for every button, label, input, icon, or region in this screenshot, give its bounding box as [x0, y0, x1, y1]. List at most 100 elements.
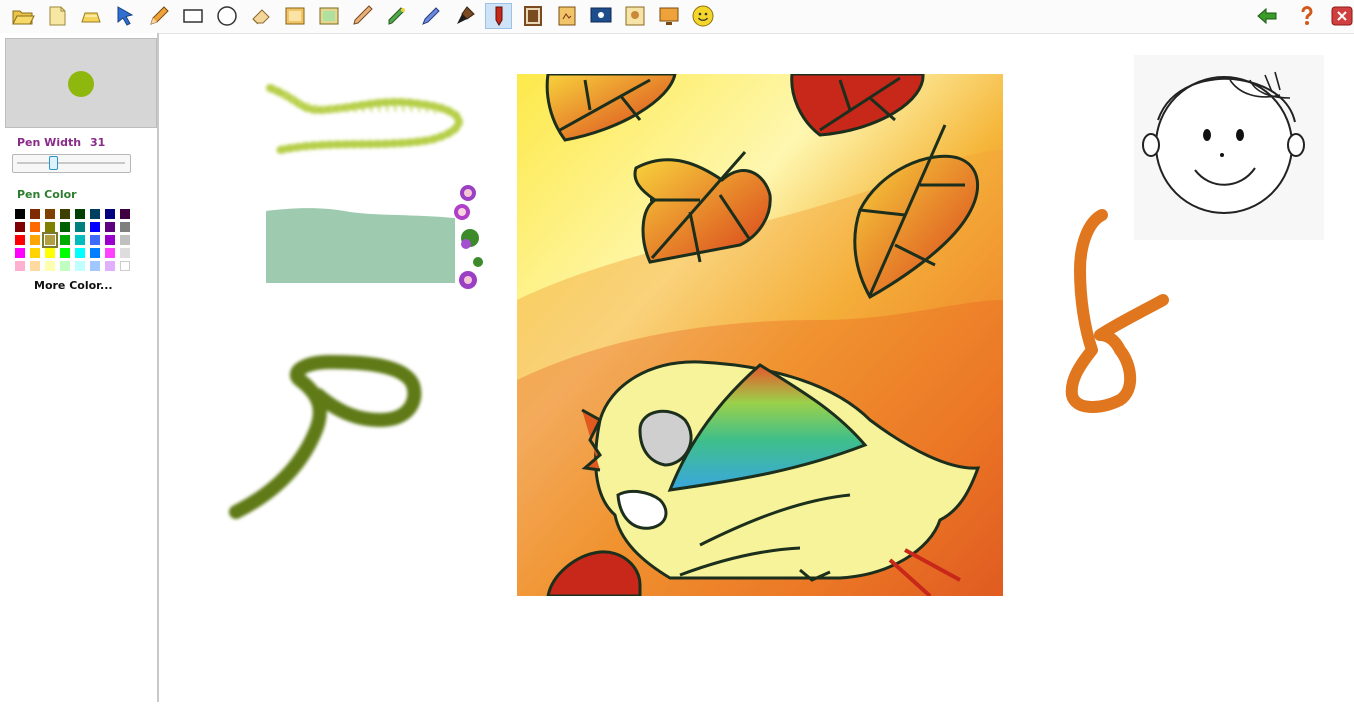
- color-swatch[interactable]: [120, 235, 130, 245]
- color-swatch[interactable]: [60, 222, 70, 232]
- color-swatch[interactable]: [60, 261, 70, 271]
- eraser-tool-button[interactable]: [247, 3, 274, 29]
- flower-stamps: [454, 185, 483, 289]
- color-swatch[interactable]: [90, 209, 100, 219]
- mint-rectangle: [266, 208, 455, 283]
- screen-tool-button[interactable]: [587, 3, 614, 29]
- smiley-tool-button[interactable]: [689, 3, 716, 29]
- help-button[interactable]: [1293, 3, 1320, 29]
- color-swatch[interactable]: [120, 222, 130, 232]
- clear-icon: [80, 12, 101, 23]
- color-swatch[interactable]: [30, 209, 40, 219]
- color-swatch[interactable]: [15, 235, 25, 245]
- color-swatch[interactable]: [90, 235, 100, 245]
- color-swatch[interactable]: [60, 235, 70, 245]
- new-page-tool-button[interactable]: [43, 3, 70, 29]
- color-swatch[interactable]: [90, 222, 100, 232]
- color-swatch[interactable]: [30, 261, 40, 271]
- select-arrow-tool-button[interactable]: [111, 3, 138, 29]
- color-swatch[interactable]: [42, 232, 58, 248]
- color-swatch[interactable]: [15, 209, 25, 219]
- pen-width-slider[interactable]: [12, 154, 131, 173]
- color-swatch[interactable]: [45, 248, 55, 258]
- sticker-icon: [558, 6, 575, 26]
- color-swatch[interactable]: [30, 222, 40, 232]
- toolbar: [0, 0, 1354, 34]
- color-swatch[interactable]: [105, 235, 115, 245]
- crayon-tool-button[interactable]: [349, 3, 376, 29]
- left-panel: Pen Width 31 Pen Color More Color...: [0, 33, 159, 702]
- close-icon: [1331, 6, 1352, 26]
- color-swatch[interactable]: [75, 235, 85, 245]
- color-swatch[interactable]: [15, 248, 25, 258]
- stamp-pen-icon: [495, 6, 502, 26]
- sticker-tool-button[interactable]: [553, 3, 580, 29]
- color-swatch[interactable]: [90, 248, 100, 258]
- photo-icon: [625, 6, 644, 26]
- eraser-icon: [251, 9, 270, 25]
- color-swatch[interactable]: [105, 261, 115, 271]
- color-swatch[interactable]: [105, 209, 115, 219]
- color-swatch[interactable]: [60, 209, 70, 219]
- pen-preview-dot: [68, 71, 94, 97]
- color-swatch[interactable]: [60, 248, 70, 258]
- color-swatch[interactable]: [75, 209, 85, 219]
- ellipse-tool-button[interactable]: [213, 3, 240, 29]
- color-swatch[interactable]: [15, 222, 25, 232]
- color-swatch[interactable]: [90, 261, 100, 271]
- picture-icon: [319, 7, 338, 25]
- new-page-icon: [49, 6, 65, 26]
- marker-icon: [388, 7, 405, 25]
- color-swatch[interactable]: [120, 209, 130, 219]
- picture-tool-button[interactable]: [315, 3, 342, 29]
- background-image-icon: [285, 7, 304, 25]
- smiley-icon: [692, 5, 713, 27]
- background-image-tool-button[interactable]: [281, 3, 308, 29]
- color-swatch[interactable]: [75, 222, 85, 232]
- marker-tool-button[interactable]: [383, 3, 410, 29]
- photo-tool-button[interactable]: [621, 3, 648, 29]
- pen-width-value: 31: [90, 136, 106, 149]
- open-folder-icon: [11, 10, 35, 25]
- slider-thumb[interactable]: [48, 156, 58, 170]
- color-swatch[interactable]: [75, 261, 85, 271]
- pen-tool-button[interactable]: [417, 3, 444, 29]
- paint-brush-icon: [456, 6, 475, 24]
- clear-tool-button[interactable]: [77, 3, 104, 29]
- cartoon-face: [1134, 55, 1324, 240]
- color-swatch[interactable]: [45, 222, 55, 232]
- pen-color-label: Pen Color: [17, 188, 77, 201]
- pen-preview: [5, 38, 157, 128]
- rectangle-tool-button[interactable]: [179, 3, 206, 29]
- open-folder-tool-button[interactable]: [9, 3, 36, 29]
- pencil-icon: [149, 6, 169, 25]
- color-swatch[interactable]: [75, 248, 85, 258]
- undo-arrow-button[interactable]: [1253, 3, 1280, 29]
- background-artwork: [517, 74, 1003, 596]
- color-swatch[interactable]: [45, 261, 55, 271]
- pencil-tool-button[interactable]: [145, 3, 172, 29]
- color-palette: [15, 209, 130, 271]
- pen-icon: [421, 7, 440, 25]
- color-swatch[interactable]: [30, 235, 40, 245]
- color-swatch[interactable]: [105, 248, 115, 258]
- color-swatch[interactable]: [105, 222, 115, 232]
- color-swatch[interactable]: [15, 261, 25, 271]
- olive-stroke: [229, 355, 422, 519]
- drawing-canvas[interactable]: [161, 34, 1354, 702]
- paint-brush-tool-button[interactable]: [451, 3, 478, 29]
- orange-stroke: [1065, 209, 1169, 413]
- more-color-button[interactable]: More Color...: [34, 279, 113, 292]
- pen-width-label: Pen Width: [17, 136, 82, 149]
- stamp-pen-tool-button[interactable]: [485, 3, 512, 29]
- select-arrow-icon: [117, 6, 133, 26]
- rectangle-icon: [182, 9, 203, 23]
- monitor-tool-button[interactable]: [655, 3, 682, 29]
- color-swatch[interactable]: [45, 209, 55, 219]
- close-button[interactable]: [1328, 3, 1354, 29]
- color-swatch[interactable]: [120, 248, 130, 258]
- color-swatch[interactable]: [30, 248, 40, 258]
- ellipse-icon: [216, 6, 237, 26]
- color-swatch[interactable]: [120, 261, 130, 271]
- frame-tool-button[interactable]: [519, 3, 546, 29]
